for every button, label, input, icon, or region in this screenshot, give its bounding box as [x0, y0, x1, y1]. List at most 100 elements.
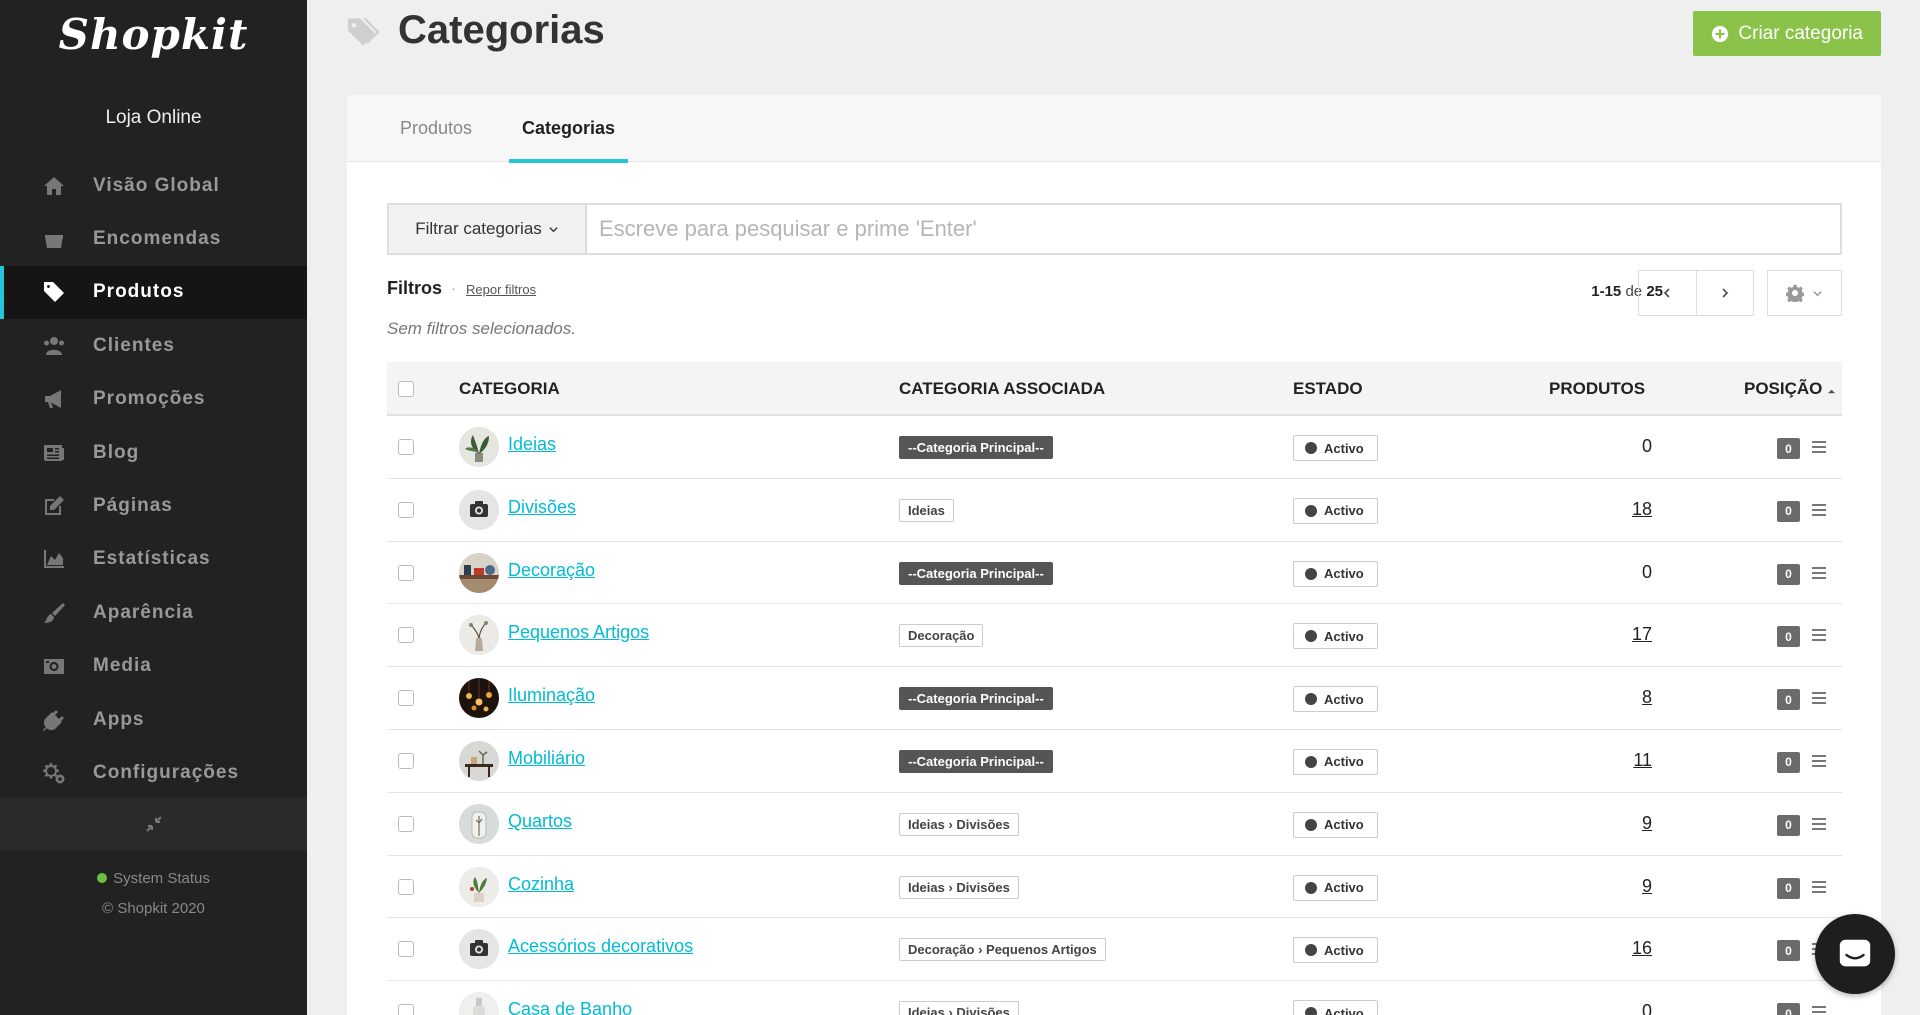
store-name[interactable]: Loja Online: [0, 107, 307, 129]
sidebar-item-clientes[interactable]: Clientes: [0, 319, 307, 372]
status-toggle[interactable]: Activo: [1293, 623, 1378, 650]
row-checkbox[interactable]: [398, 439, 414, 455]
status-toggle[interactable]: Activo: [1293, 560, 1378, 587]
drag-handle-icon[interactable]: [1810, 1003, 1828, 1015]
category-thumbnail[interactable]: [459, 678, 499, 719]
category-name-link[interactable]: Iluminação: [508, 685, 595, 706]
column-produtos[interactable]: PRODUTOS: [1549, 362, 1645, 416]
product-count[interactable]: 16: [1632, 938, 1652, 959]
column-categoria-associada[interactable]: CATEGORIA ASSOCIADA: [899, 362, 1105, 416]
status-dot-icon: [1305, 693, 1317, 706]
system-status-link[interactable]: System Status: [0, 870, 307, 887]
status-toggle[interactable]: Activo: [1293, 497, 1378, 524]
product-count[interactable]: 9: [1642, 876, 1652, 897]
sidebar-item-produtos[interactable]: Produtos: [0, 265, 307, 320]
status-toggle[interactable]: Activo: [1293, 937, 1378, 964]
drag-handle-icon[interactable]: [1810, 438, 1828, 461]
sidebar-item-configuracoes[interactable]: Configurações: [0, 746, 307, 799]
table-body: Ideias --Categoria Principal-- Activo 0 0 Div…: [387, 416, 1842, 1015]
status-label: Activo: [1324, 817, 1364, 833]
column-posicao[interactable]: POSIÇÃO: [1744, 362, 1836, 416]
category-name-link[interactable]: Casa de Banho: [508, 999, 632, 1015]
filters-label: Filtros: [387, 278, 443, 298]
drag-handle-icon[interactable]: [1810, 878, 1828, 901]
category-thumbnail[interactable]: [459, 489, 499, 530]
sidebar-item-visao-global[interactable]: Visão Global: [0, 159, 307, 212]
product-count[interactable]: 18: [1632, 499, 1652, 520]
drag-handle-icon[interactable]: [1810, 501, 1828, 524]
category-name-link[interactable]: Quartos: [508, 811, 572, 832]
select-all-checkbox[interactable]: [398, 381, 414, 397]
sidebar-item-encomendas[interactable]: Encomendas: [0, 212, 307, 265]
chat-button[interactable]: [1815, 914, 1895, 994]
search-input[interactable]: [587, 205, 1840, 253]
next-page-button[interactable]: [1695, 271, 1754, 315]
column-estado[interactable]: ESTADO: [1293, 362, 1363, 416]
category-thumbnail[interactable]: [459, 615, 499, 656]
category-thumbnail[interactable]: [459, 427, 499, 467]
row-checkbox[interactable]: [398, 815, 414, 832]
status-toggle[interactable]: Activo: [1293, 686, 1378, 713]
sidebar-item-promocoes[interactable]: Promoções: [0, 373, 307, 426]
table-settings-dropdown[interactable]: [1767, 270, 1842, 316]
pagination-range: 1-15: [1591, 283, 1622, 300]
drag-handle-icon[interactable]: [1810, 815, 1828, 838]
sidebar-item-apps[interactable]: Apps: [0, 693, 307, 746]
associated-category-badge: Decoração: [899, 624, 984, 648]
drag-handle-icon[interactable]: [1810, 626, 1828, 649]
row-checkbox[interactable]: [398, 1004, 414, 1015]
sidebar-item-aparencia[interactable]: Aparência: [0, 586, 307, 639]
product-count[interactable]: 8: [1642, 687, 1652, 708]
previous-page-button[interactable]: [1639, 271, 1696, 315]
sidebar-item-label: Encomendas: [93, 228, 222, 250]
row-checkbox[interactable]: [398, 564, 414, 581]
filter-categories-dropdown[interactable]: Filtrar categorias: [389, 205, 587, 253]
status-toggle[interactable]: Activo: [1293, 1000, 1378, 1015]
product-count[interactable]: 17: [1632, 624, 1652, 645]
status-toggle[interactable]: Activo: [1293, 874, 1378, 901]
status-dot-icon: [1305, 630, 1317, 643]
row-checkbox[interactable]: [398, 627, 414, 644]
category-thumbnail[interactable]: [459, 740, 499, 781]
category-name-link[interactable]: Mobiliário: [508, 748, 585, 769]
sidebar-item-paginas[interactable]: Páginas: [0, 479, 307, 532]
reset-filters-link[interactable]: Repor filtros: [466, 282, 536, 297]
category-name-link[interactable]: Decoração: [508, 560, 595, 581]
row-checkbox[interactable]: [398, 878, 414, 895]
row-checkbox[interactable]: [398, 501, 414, 518]
drag-handle-icon[interactable]: [1810, 752, 1828, 775]
column-categoria[interactable]: CATEGORIA: [459, 362, 560, 416]
sidebar-item-label: Aparência: [93, 601, 194, 623]
row-checkbox[interactable]: [398, 752, 414, 769]
category-thumbnail[interactable]: [459, 803, 499, 844]
sidebar-item-blog[interactable]: Blog: [0, 426, 307, 479]
category-thumbnail[interactable]: [459, 552, 499, 593]
category-thumbnail[interactable]: [459, 866, 499, 907]
drag-handle-icon[interactable]: [1810, 564, 1828, 587]
product-count[interactable]: 11: [1633, 750, 1652, 771]
category-name-link[interactable]: Divisões: [508, 497, 576, 518]
tab-produtos[interactable]: Produtos: [400, 95, 472, 162]
status-toggle[interactable]: Activo: [1293, 435, 1378, 461]
category-thumbnail[interactable]: [459, 929, 499, 970]
status-toggle[interactable]: Activo: [1293, 811, 1378, 838]
status-toggle[interactable]: Activo: [1293, 748, 1378, 775]
row-checkbox[interactable]: [398, 941, 414, 958]
create-category-button[interactable]: Criar categoria: [1693, 11, 1881, 56]
shopkit-logo[interactable]: Shopkit: [0, 10, 307, 59]
tag-icon: [0, 280, 93, 304]
sidebar-item-estatisticas[interactable]: Estatísticas: [0, 533, 307, 586]
category-thumbnail[interactable]: [459, 992, 499, 1015]
row-checkbox[interactable]: [398, 690, 414, 707]
sidebar-item-media[interactable]: Media: [0, 640, 307, 693]
product-count[interactable]: 9: [1642, 813, 1652, 834]
tab-categorias[interactable]: Categorias: [509, 95, 629, 163]
category-name-link[interactable]: Ideias: [508, 434, 556, 455]
sidebar: Shopkit Loja Online Visão Global Encomend…: [0, 0, 307, 1015]
status-label: Activo: [1324, 440, 1364, 456]
drag-handle-icon[interactable]: [1810, 689, 1828, 712]
category-name-link[interactable]: Cozinha: [508, 874, 574, 895]
category-name-link[interactable]: Acessórios decorativos: [508, 936, 693, 957]
collapse-sidebar-button[interactable]: [0, 798, 307, 850]
category-name-link[interactable]: Pequenos Artigos: [508, 622, 649, 643]
